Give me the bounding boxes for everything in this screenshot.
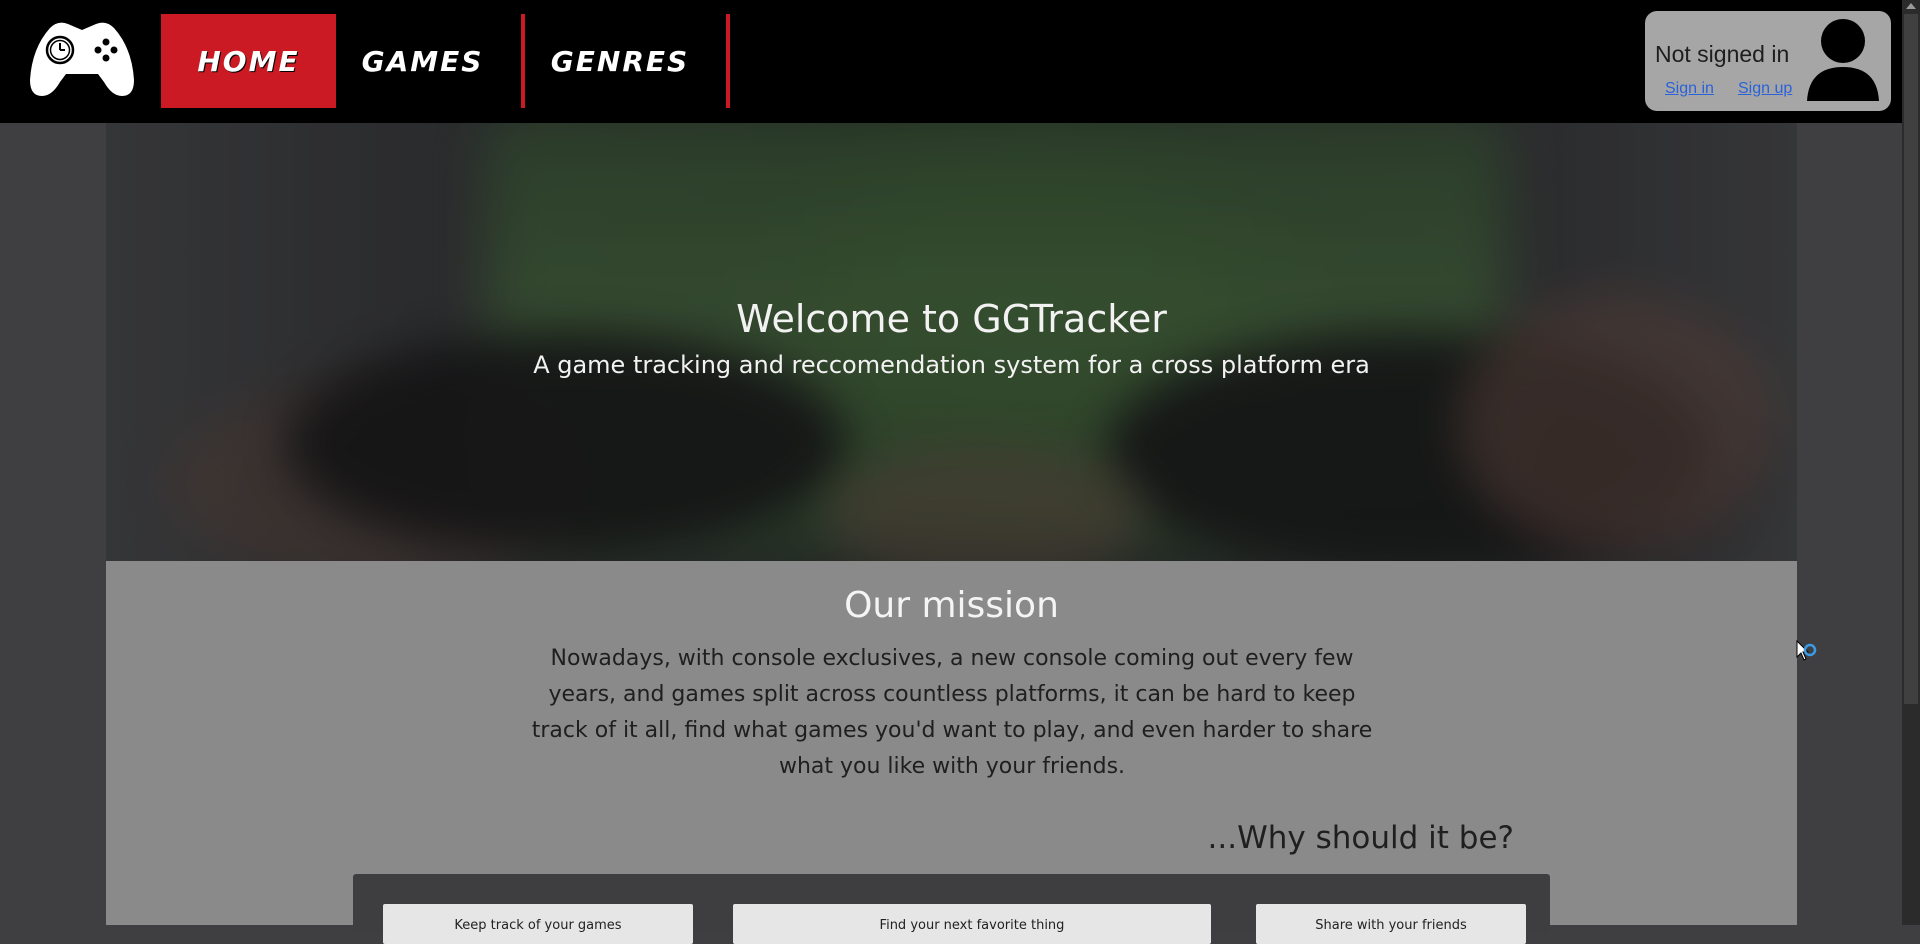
main-content: Welcome to GGTracker A game tracking and…: [106, 123, 1797, 944]
top-navbar: Home Games Genres Not signed in Sign in …: [0, 0, 1902, 123]
why-heading: ...Why should it be?: [1207, 820, 1514, 856]
nav-genres[interactable]: Genres: [530, 14, 710, 108]
mission-title: Our mission: [844, 585, 1059, 626]
hero-banner: Welcome to GGTracker A game tracking and…: [106, 123, 1797, 561]
gamepad-clock-logo-icon[interactable]: [28, 18, 136, 100]
account-panel: Not signed in Sign in Sign up: [1645, 11, 1891, 111]
busy-cursor-icon: [1796, 640, 1817, 661]
feature-card-share[interactable]: Share with your friends: [1256, 904, 1526, 944]
scroll-up-arrow-icon[interactable]: [1906, 3, 1916, 9]
mission-text: Nowadays, with console exclusives, a new…: [531, 646, 1373, 779]
nav-divider: [521, 14, 525, 108]
features-section: Keep track of your games Find your next …: [353, 874, 1550, 944]
nav-games[interactable]: Games: [345, 14, 500, 108]
feature-card-track[interactable]: Keep track of your games: [383, 904, 693, 944]
scroll-thumb[interactable]: [1904, 14, 1918, 704]
nav-home[interactable]: Home: [161, 14, 336, 108]
sign-up-link[interactable]: Sign up: [1738, 80, 1792, 98]
hero-title: Welcome to GGTracker: [736, 297, 1167, 341]
hero-subtitle: A game tracking and reccomendation syste…: [533, 351, 1370, 379]
nav-divider: [726, 14, 730, 108]
account-status: Not signed in: [1655, 41, 1790, 67]
vertical-scrollbar[interactable]: [1902, 0, 1920, 925]
sign-in-link[interactable]: Sign in: [1665, 80, 1714, 98]
user-avatar-icon: [1807, 19, 1879, 101]
feature-card-discover[interactable]: Find your next favorite thing: [733, 904, 1211, 944]
